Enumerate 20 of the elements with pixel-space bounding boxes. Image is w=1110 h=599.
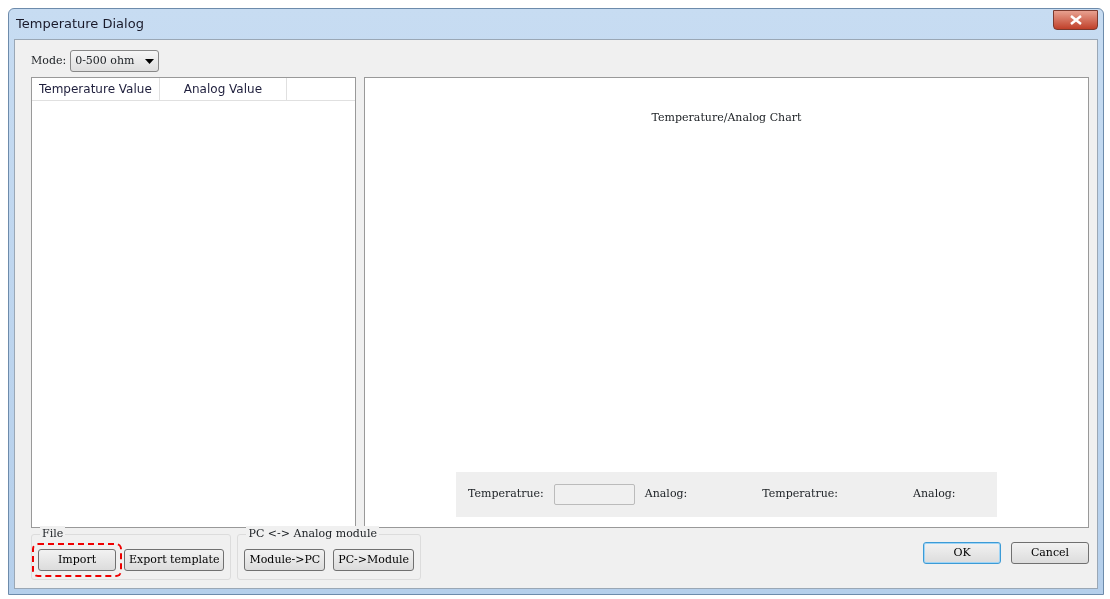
readout-label: Temperatrue: [468,486,544,503]
caret-icon [144,58,154,64]
mode-dropdown[interactable]: 0-500 ohm [70,50,159,72]
close-button[interactable] [1053,10,1098,30]
mode-label: Mode: [31,52,67,69]
dialog-button[interactable]: OK [923,542,1001,564]
action-button[interactable]: Export template [124,549,225,571]
action-button[interactable]: Module->PC [244,549,326,571]
column-header[interactable]: Analog Value [159,78,287,100]
chart-title: Temperature/Analog Chart [651,110,802,126]
readout-label: Temperatrue: [762,486,839,503]
window-title: Temperature Dialog [15,15,144,34]
column-header[interactable]: Temperature Value [32,78,160,100]
action-button[interactable]: Import [38,549,116,571]
action-button[interactable]: PC->Module [333,549,415,571]
readout-label: Analog: [644,486,688,503]
input-field[interactable] [553,484,635,505]
dialog-button[interactable]: Cancel [1011,542,1089,564]
close-icon [1068,15,1083,25]
readout-label: Analog: [913,486,956,503]
